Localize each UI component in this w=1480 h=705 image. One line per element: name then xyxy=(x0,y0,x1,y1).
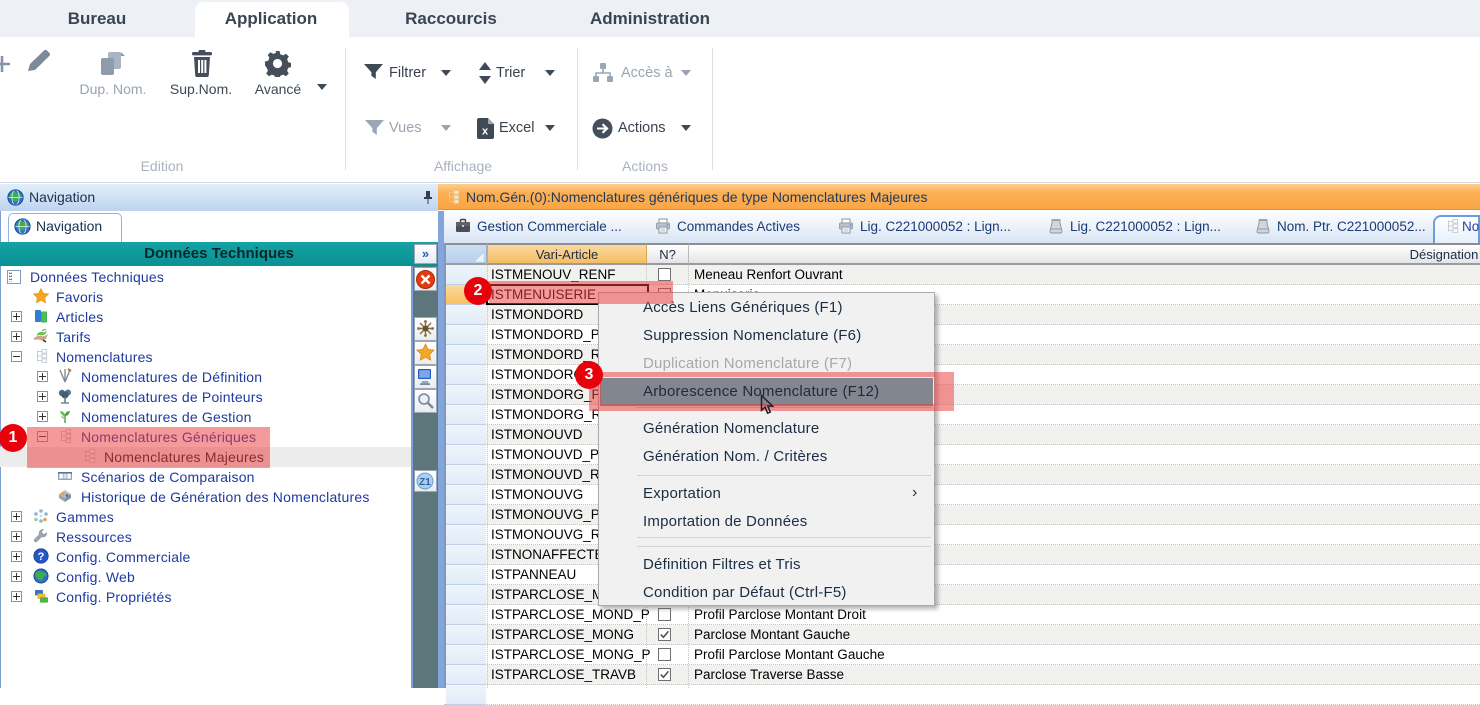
svg-text:x: x xyxy=(482,126,489,138)
svg-text:?: ? xyxy=(38,551,45,563)
svg-text:Z1: Z1 xyxy=(419,477,431,488)
